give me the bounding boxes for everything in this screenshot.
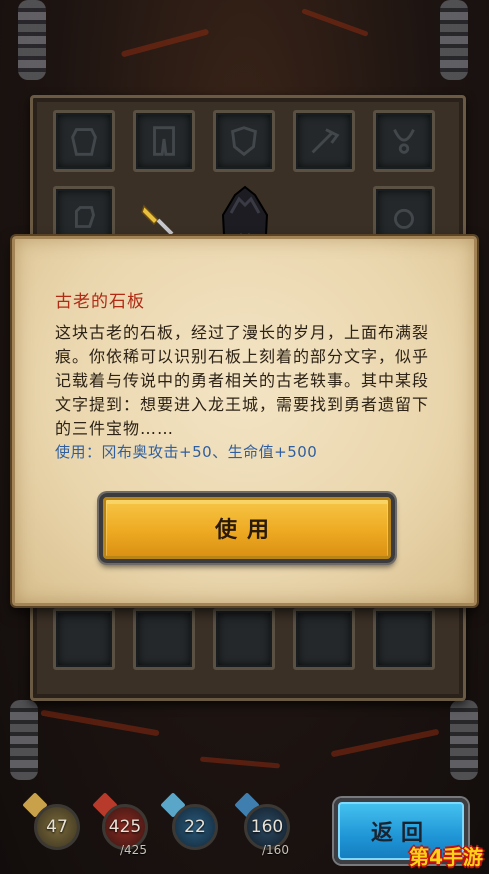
chain-decoration [10,700,38,780]
glove-icon [74,206,95,228]
lava-crack [199,756,281,769]
chain-decoration [450,700,478,780]
bag-slot[interactable] [373,608,435,670]
ring-icon [394,208,414,229]
chain-decoration [440,0,468,80]
bag-row [53,608,435,670]
chain-decoration [18,0,46,80]
lava-crack [120,28,210,58]
hp-max: /425 [120,843,147,857]
equipment-slot-accessory[interactable] [373,110,435,172]
bag-slot[interactable] [133,608,195,670]
bag-slot[interactable] [213,608,275,670]
use-button[interactable]: 使用 [99,493,395,563]
attack-stat: 47 [34,804,80,850]
shield-icon [231,126,257,157]
equipment-slot-pants[interactable] [133,110,195,172]
pants-icon [153,126,175,156]
bag-slot[interactable] [293,608,355,670]
necklace-icon [393,128,415,154]
lava-crack [40,709,160,737]
lava-crack [301,8,369,37]
bag-slot[interactable] [53,608,115,670]
equipment-row-top [53,110,435,172]
item-detail-dialog: 古老的石板 这块古老的石板，经过了漫长的岁月，上面布满裂痕。你依稀可以识别石板上… [12,236,477,606]
equipment-slot-weapon[interactable] [293,110,355,172]
mana-stat: 22 [172,804,218,850]
armor-icon [71,128,97,156]
item-description: 这块古老的石板，经过了漫长的岁月，上面布满裂痕。你依稀可以识别石板上刻着的部分文… [55,323,430,438]
equipment-slot-armor[interactable] [53,110,115,172]
item-name: 古老的石板 [55,292,145,312]
gold-max: /160 [262,843,289,857]
site-watermark: 第4手游 [409,845,483,869]
axe-icon [311,128,340,154]
sword-icon [141,204,174,236]
item-effect: 使用：冈布奥攻击+50、生命值+500 [55,443,318,461]
equipment-slot-shield[interactable] [213,110,275,172]
lava-crack [330,728,440,758]
